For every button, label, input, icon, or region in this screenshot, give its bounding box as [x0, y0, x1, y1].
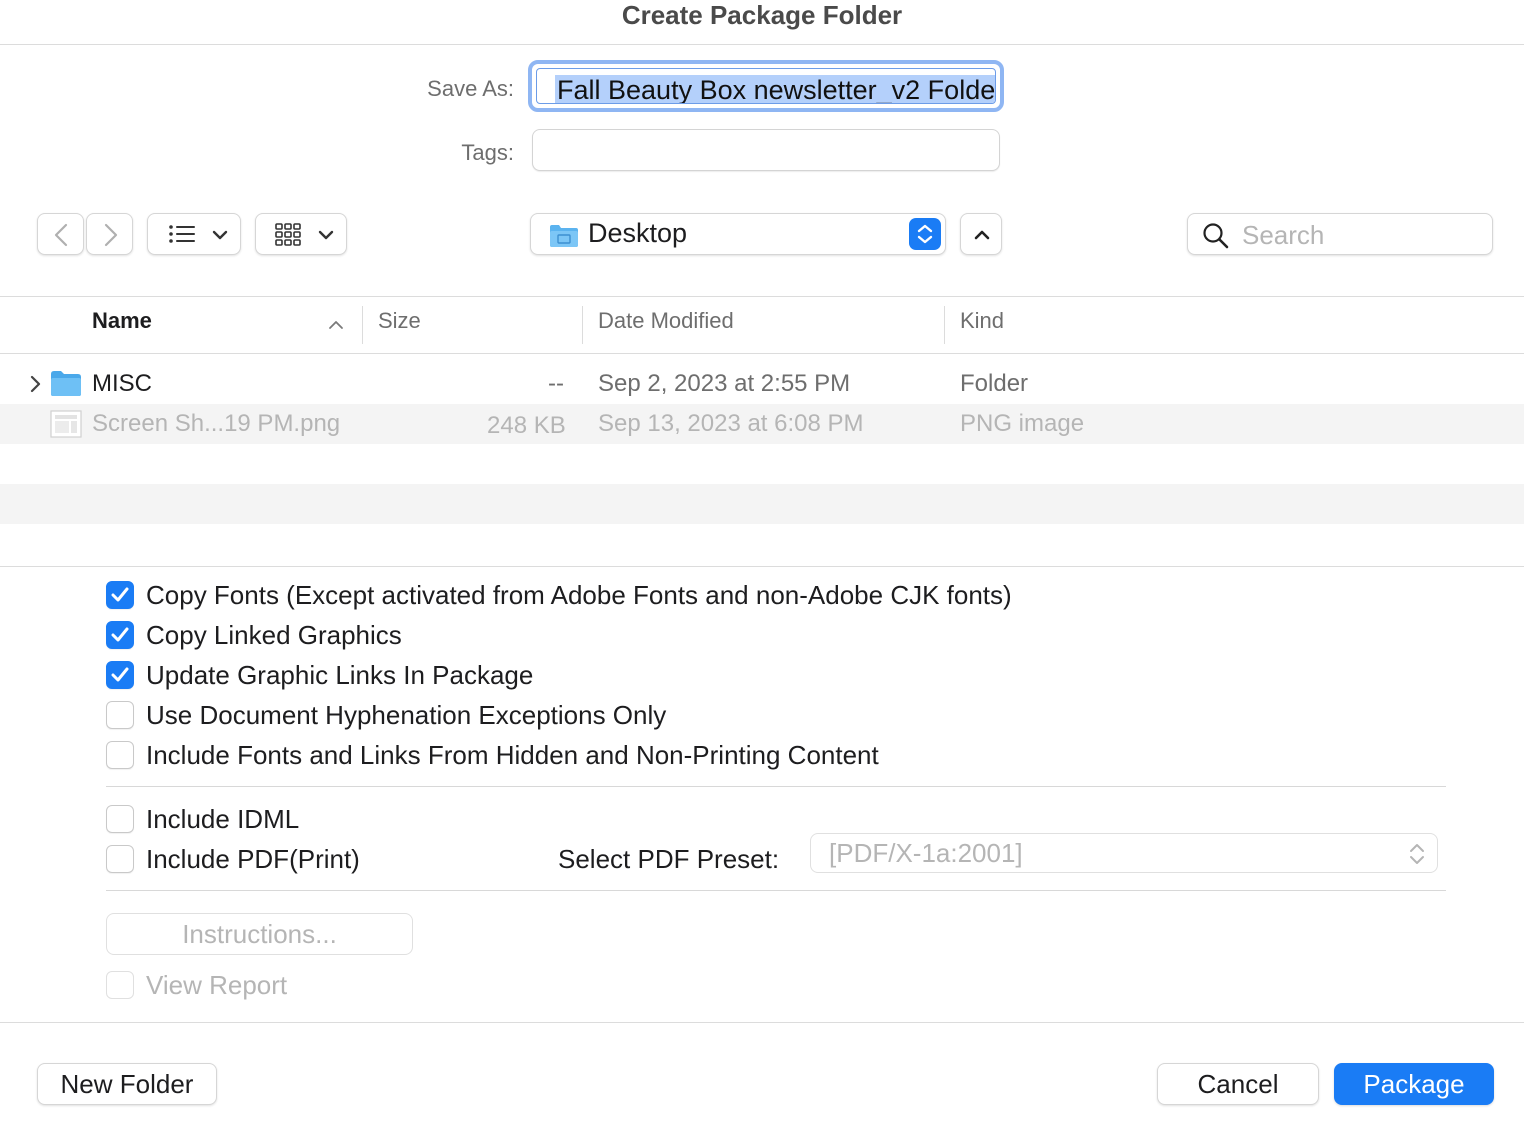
file-date: Sep 13, 2023 at 6:08 PM — [598, 410, 864, 437]
hyphenation-exceptions-label: Use Document Hyphenation Exceptions Only — [146, 700, 667, 730]
empty-row-stripe — [0, 484, 1524, 524]
desktop-folder-icon — [550, 225, 578, 247]
expand-collapse-button[interactable] — [960, 213, 1002, 255]
pdf-preset-popup[interactable]: [PDF/X-1a:2001] — [810, 833, 1438, 873]
copy-fonts-checkbox[interactable] — [106, 581, 134, 609]
cancel-button[interactable]: Cancel — [1157, 1063, 1319, 1105]
image-file-icon — [50, 410, 82, 438]
file-row-misc[interactable]: MISC -- Sep 2, 2023 at 2:55 PM Folder — [0, 364, 1524, 404]
grid-view-icon — [275, 223, 334, 246]
column-divider[interactable] — [362, 306, 363, 344]
new-folder-button[interactable]: New Folder — [37, 1063, 217, 1105]
save-as-label: Save As: — [427, 76, 514, 101]
copy-linked-graphics-checkbox[interactable] — [106, 621, 134, 649]
pdf-preset-label: Select PDF Preset: — [558, 844, 780, 874]
checkmark-icon — [111, 627, 129, 642]
column-header-date[interactable]: Date Modified — [598, 308, 734, 334]
file-size: -- — [548, 370, 564, 397]
icon-view-button[interactable] — [255, 213, 347, 255]
file-date: Sep 2, 2023 at 2:55 PM — [598, 370, 851, 397]
options-divider — [106, 786, 1446, 787]
popup-stepper-icon — [909, 218, 941, 250]
hyphenation-exceptions-checkbox[interactable] — [106, 701, 134, 729]
options-divider — [106, 890, 1446, 891]
update-graphic-links-label: Update Graphic Links In Package — [146, 660, 534, 690]
file-row-screenshot: Screen Sh...19 PM.png 248 KB Sep 13, 202… — [0, 404, 1524, 444]
checkmark-icon — [111, 667, 129, 682]
list-view-button[interactable] — [147, 213, 241, 255]
dialog-title: Create Package Folder — [621, 0, 903, 30]
save-as-value: Fall Beauty Box newsletter_v2 Folder — [555, 75, 995, 103]
checkmark-icon — [111, 587, 129, 602]
tags-field[interactable] — [532, 129, 1000, 171]
include-pdf-checkbox[interactable] — [106, 845, 134, 873]
list-top-border — [0, 296, 1524, 297]
copy-fonts-label: Copy Fonts (Except activated from Adobe … — [146, 580, 1012, 610]
chevron-right-icon — [104, 223, 118, 247]
header-bottom-border — [0, 353, 1524, 354]
column-divider[interactable] — [944, 306, 945, 344]
footer-divider — [0, 1022, 1524, 1023]
file-name: MISC — [92, 370, 152, 397]
sort-ascending-icon — [329, 321, 343, 329]
search-field[interactable]: Search — [1187, 213, 1493, 255]
popup-stepper-icon — [1410, 844, 1424, 864]
instructions-button[interactable]: Instructions... — [106, 913, 413, 955]
package-button[interactable]: Package — [1334, 1063, 1494, 1105]
view-report-checkbox[interactable] — [106, 971, 134, 999]
chevron-up-icon — [974, 230, 990, 240]
include-hidden-label: Include Fonts and Links From Hidden and … — [146, 740, 879, 770]
disclosure-triangle-icon[interactable] — [26, 374, 44, 394]
location-popup[interactable]: Desktop — [530, 213, 946, 255]
title-divider — [0, 44, 1524, 45]
chevron-left-icon — [54, 223, 68, 247]
search-placeholder: Search — [1242, 220, 1325, 250]
include-idml-label: Include IDML — [146, 804, 300, 834]
include-hidden-checkbox[interactable] — [106, 741, 134, 769]
file-size: 248 KB — [487, 412, 566, 439]
column-header-kind[interactable]: Kind — [960, 308, 1004, 334]
forward-button[interactable] — [86, 213, 133, 255]
back-button[interactable] — [37, 213, 84, 255]
view-report-label: View Report — [146, 970, 288, 1000]
include-pdf-label: Include PDF(Print) — [146, 844, 360, 874]
save-as-field[interactable]: Fall Beauty Box newsletter_v2 Folder — [528, 60, 1004, 112]
include-idml-checkbox[interactable] — [106, 805, 134, 833]
column-header-name[interactable]: Name — [92, 308, 152, 334]
location-label: Desktop — [588, 218, 688, 248]
file-kind: PNG image — [960, 410, 1085, 437]
folder-icon — [51, 371, 81, 396]
search-icon — [1203, 223, 1229, 249]
column-divider[interactable] — [582, 306, 583, 344]
copy-linked-graphics-label: Copy Linked Graphics — [146, 620, 402, 650]
tags-label: Tags: — [461, 140, 514, 165]
pdf-preset-value: [PDF/X-1a:2001] — [829, 838, 1023, 868]
update-graphic-links-checkbox[interactable] — [106, 661, 134, 689]
list-bottom-border — [0, 566, 1524, 567]
file-kind: Folder — [960, 370, 1029, 397]
column-header-size[interactable]: Size — [378, 308, 421, 334]
list-view-icon — [169, 225, 228, 243]
file-name: Screen Sh...19 PM.png — [92, 410, 341, 437]
